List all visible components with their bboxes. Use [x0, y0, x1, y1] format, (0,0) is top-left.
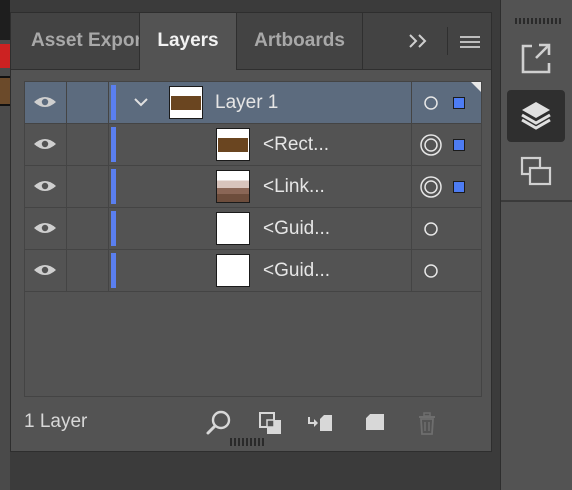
create-new-layer-icon[interactable] [361, 409, 389, 437]
eye-icon [34, 223, 56, 233]
visibility-toggle[interactable] [25, 82, 67, 123]
lock-toggle[interactable] [67, 82, 109, 123]
layer-thumbnail [216, 128, 250, 161]
artboards-dock-button[interactable] [507, 144, 565, 196]
target-circle-icon[interactable] [423, 95, 439, 111]
panel-resize-grip[interactable] [230, 438, 264, 446]
target-divider [411, 82, 412, 123]
layers-icon [521, 102, 551, 130]
target-double-circle-icon[interactable] [419, 175, 443, 199]
layers-dock-button[interactable] [507, 90, 565, 142]
layer-list: Layer 1 <Rect... <Link... <Guid... <Guid… [24, 81, 482, 397]
layer-name[interactable]: <Guid... [263, 250, 330, 291]
canvas-image-swatch [0, 76, 10, 106]
layer-row[interactable]: <Rect... [25, 124, 481, 166]
lock-toggle[interactable] [67, 208, 109, 249]
asset-export-button[interactable] [507, 32, 565, 84]
layer-color-indicator [111, 211, 116, 246]
layer-thumbnail [169, 86, 203, 119]
selection-indicator[interactable] [453, 139, 465, 151]
eye-icon [34, 181, 56, 191]
layer-count: 1 Layer [24, 411, 88, 432]
visibility-toggle[interactable] [25, 124, 67, 165]
canvas-edge [0, 0, 10, 490]
visibility-toggle[interactable] [25, 250, 67, 291]
layer-thumbnail [216, 212, 250, 245]
layer-thumbnail [216, 254, 250, 287]
lock-toggle[interactable] [67, 166, 109, 207]
target-double-circle-icon[interactable] [419, 133, 443, 157]
layer-row[interactable]: <Guid... [25, 208, 481, 250]
tab-layers[interactable]: Layers [139, 13, 237, 70]
create-sublayer-icon[interactable] [307, 409, 335, 437]
target-divider [411, 208, 412, 249]
make-clipping-mask-icon[interactable] [257, 409, 285, 437]
selection-indicator[interactable] [453, 97, 465, 109]
layer-thumbnail [216, 170, 250, 203]
right-panel-dock [500, 0, 572, 490]
layer-row[interactable]: <Link... [25, 166, 481, 208]
panel-tab-bar: Asset Export Layers Artboards [11, 13, 491, 70]
layer-color-indicator [111, 85, 116, 120]
layer-name[interactable]: <Link... [263, 166, 325, 207]
tab-artboards[interactable]: Artboards [237, 13, 363, 69]
layer-name[interactable]: <Guid... [263, 208, 330, 249]
lock-toggle[interactable] [67, 124, 109, 165]
layer-color-indicator [111, 127, 116, 162]
target-divider [411, 166, 412, 207]
locate-object-icon[interactable] [205, 409, 233, 437]
target-divider [411, 250, 412, 291]
layers-panel: Asset Export Layers Artboards Layer 1 <R… [10, 12, 492, 452]
layer-row[interactable]: Layer 1 [25, 82, 481, 124]
layer-name[interactable]: Layer 1 [215, 82, 278, 123]
eye-icon [34, 97, 56, 107]
asset-export-icon [521, 43, 551, 74]
tab-asset-export[interactable]: Asset Export [11, 13, 139, 69]
eye-icon [34, 139, 56, 149]
artboards-icon [520, 156, 552, 186]
eye-icon [34, 265, 56, 275]
target-divider [411, 124, 412, 165]
visibility-toggle[interactable] [25, 166, 67, 207]
target-circle-icon[interactable] [423, 221, 439, 237]
layer-color-indicator [111, 253, 116, 288]
visibility-toggle[interactable] [25, 208, 67, 249]
tab-divider [447, 27, 448, 55]
selection-indicator[interactable] [453, 181, 465, 193]
canvas-red-swatch [0, 44, 10, 68]
current-layer-indicator [471, 82, 481, 92]
dock-grip[interactable] [515, 18, 561, 24]
delete-layer-icon[interactable] [413, 409, 441, 437]
target-circle-icon[interactable] [423, 263, 439, 279]
hamburger-menu-icon[interactable] [460, 36, 480, 48]
layer-color-indicator [111, 169, 116, 204]
layer-name[interactable]: <Rect... [263, 124, 329, 165]
lock-toggle[interactable] [67, 250, 109, 291]
double-chevron-right-icon[interactable] [407, 31, 431, 51]
dock-divider [501, 200, 572, 202]
chevron-down-icon[interactable] [133, 94, 149, 115]
layer-row[interactable]: <Guid... [25, 250, 481, 292]
canvas-edge-dark [0, 0, 10, 40]
